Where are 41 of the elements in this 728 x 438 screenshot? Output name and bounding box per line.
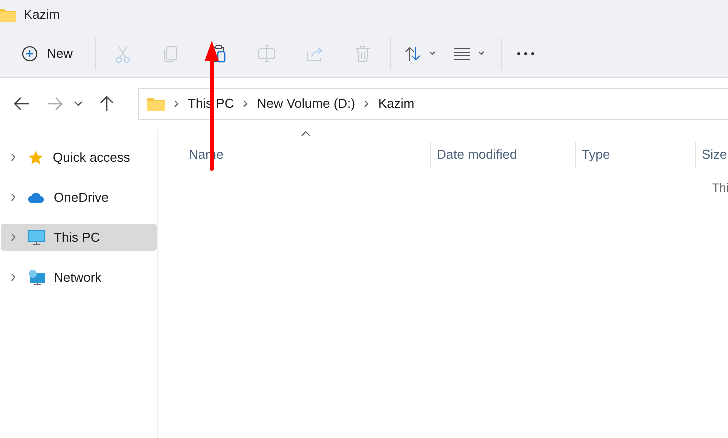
monitor-icon (28, 230, 45, 246)
chevron-right-icon (243, 100, 248, 108)
chevron-right-icon (11, 273, 16, 282)
new-button[interactable]: New (14, 36, 82, 70)
chevron-down-icon[interactable] (74, 101, 83, 107)
sidebar-item[interactable]: This PC (1, 224, 157, 251)
forward-arrow-icon[interactable] (47, 97, 63, 111)
cloud-icon (28, 192, 45, 204)
sidebar-item[interactable]: Network (1, 264, 157, 291)
sidebar-item[interactable]: OneDrive (1, 184, 157, 211)
back-arrow-icon[interactable] (14, 97, 30, 111)
share-icon (306, 44, 324, 62)
breadcrumb-item[interactable]: Kazim (378, 94, 415, 114)
folder-icon (147, 97, 165, 111)
rename-icon (258, 44, 276, 62)
column-header[interactable]: Date modified (430, 142, 575, 168)
chevron-down-icon (478, 51, 486, 56)
chevron-right-icon (364, 100, 370, 108)
sort-arrows-icon (405, 46, 422, 62)
window-title: Kazim (24, 6, 60, 24)
chevron-right-icon (174, 100, 179, 108)
sidebar-item[interactable]: Quick access (1, 144, 157, 171)
trash-icon (354, 44, 372, 62)
chevron-down-icon (429, 51, 436, 56)
chevron-right-icon (11, 233, 16, 242)
scissors-icon (114, 44, 132, 62)
up-arrow-icon[interactable] (100, 96, 114, 112)
lines-icon (454, 48, 470, 60)
column-header[interactable]: Size (695, 142, 728, 168)
breadcrumb-item[interactable]: New Volume (D:) (257, 94, 356, 114)
more-icon (517, 52, 536, 56)
folder-icon (0, 8, 16, 22)
empty-folder-message: Thi (712, 180, 728, 197)
copy-icon (162, 44, 180, 62)
plus-circle-icon (22, 46, 38, 62)
chevron-right-icon (11, 153, 16, 162)
column-header[interactable]: Type (575, 142, 695, 168)
chevron-right-icon (11, 193, 16, 202)
star-icon (28, 150, 44, 166)
sort-caret-icon (301, 131, 311, 137)
network-icon (28, 270, 45, 286)
